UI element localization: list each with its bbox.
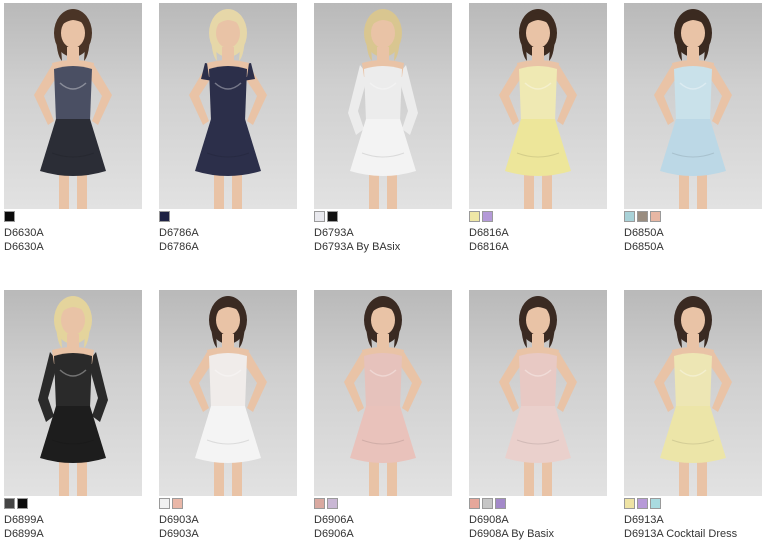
- color-swatch[interactable]: [650, 211, 661, 222]
- color-swatch[interactable]: [4, 498, 15, 509]
- product-card[interactable]: D6913A D6913A Cocktail Dress: [624, 290, 764, 541]
- product-code[interactable]: D6786A: [159, 226, 299, 240]
- product-name-link[interactable]: D6906A: [314, 527, 454, 541]
- color-swatches: [469, 211, 609, 222]
- product-card[interactable]: D6899A D6899A: [4, 290, 144, 541]
- color-swatches: [159, 498, 299, 509]
- color-swatch[interactable]: [637, 498, 648, 509]
- color-swatch[interactable]: [172, 498, 183, 509]
- color-swatch[interactable]: [469, 211, 480, 222]
- product-name-link[interactable]: D6793A By BAsix: [314, 240, 454, 254]
- product-photo[interactable]: [469, 290, 607, 496]
- product-photo[interactable]: [4, 290, 142, 496]
- product-code[interactable]: D6630A: [4, 226, 144, 240]
- product-name-link[interactable]: D6899A: [4, 527, 144, 541]
- color-swatch[interactable]: [327, 211, 338, 222]
- product-name-link[interactable]: D6850A: [624, 240, 764, 254]
- color-swatch[interactable]: [314, 498, 325, 509]
- product-name-link[interactable]: D6630A: [4, 240, 144, 254]
- product-photo[interactable]: [159, 3, 297, 209]
- color-swatches: [469, 498, 609, 509]
- color-swatches: [314, 211, 454, 222]
- color-swatch[interactable]: [17, 498, 28, 509]
- product-code[interactable]: D6899A: [4, 513, 144, 527]
- color-swatch[interactable]: [314, 211, 325, 222]
- product-name-link[interactable]: D6786A: [159, 240, 299, 254]
- color-swatch[interactable]: [4, 211, 15, 222]
- color-swatch[interactable]: [624, 211, 635, 222]
- product-card[interactable]: D6850A D6850A: [624, 3, 764, 254]
- product-code[interactable]: D6906A: [314, 513, 454, 527]
- color-swatch[interactable]: [495, 498, 506, 509]
- color-swatch[interactable]: [469, 498, 480, 509]
- color-swatches: [624, 211, 764, 222]
- color-swatch[interactable]: [624, 498, 635, 509]
- product-photo[interactable]: [624, 290, 762, 496]
- color-swatches: [159, 211, 299, 222]
- color-swatch[interactable]: [159, 498, 170, 509]
- product-code[interactable]: D6850A: [624, 226, 764, 240]
- product-code[interactable]: D6913A: [624, 513, 764, 527]
- color-swatches: [4, 211, 144, 222]
- color-swatch[interactable]: [159, 211, 170, 222]
- product-photo[interactable]: [314, 290, 452, 496]
- color-swatch[interactable]: [637, 211, 648, 222]
- product-code[interactable]: D6908A: [469, 513, 609, 527]
- product-photo[interactable]: [469, 3, 607, 209]
- product-name-link[interactable]: D6913A Cocktail Dress: [624, 527, 764, 541]
- product-name-link[interactable]: D6903A: [159, 527, 299, 541]
- color-swatches: [314, 498, 454, 509]
- product-card[interactable]: D6786A D6786A: [159, 3, 299, 254]
- color-swatch[interactable]: [482, 211, 493, 222]
- product-photo[interactable]: [624, 3, 762, 209]
- color-swatch[interactable]: [482, 498, 493, 509]
- product-photo[interactable]: [159, 290, 297, 496]
- product-name-link[interactable]: D6908A By Basix: [469, 527, 609, 541]
- product-code[interactable]: D6816A: [469, 226, 609, 240]
- product-card[interactable]: D6906A D6906A: [314, 290, 454, 541]
- product-photo[interactable]: [4, 3, 142, 209]
- product-card[interactable]: D6630A D6630A: [4, 3, 144, 254]
- color-swatch[interactable]: [327, 498, 338, 509]
- product-card[interactable]: D6908A D6908A By Basix: [469, 290, 609, 541]
- product-name-link[interactable]: D6816A: [469, 240, 609, 254]
- product-card[interactable]: D6816A D6816A: [469, 3, 609, 254]
- product-code[interactable]: D6903A: [159, 513, 299, 527]
- product-photo[interactable]: [314, 3, 452, 209]
- color-swatches: [624, 498, 764, 509]
- product-card[interactable]: D6793A D6793A By BAsix: [314, 3, 454, 254]
- color-swatch[interactable]: [650, 498, 661, 509]
- product-code[interactable]: D6793A: [314, 226, 454, 240]
- product-grid: D6630A D6630A D6786A D6786A D6793A D6793A By …: [0, 0, 770, 559]
- product-card[interactable]: D6903A D6903A: [159, 290, 299, 541]
- color-swatches: [4, 498, 144, 509]
